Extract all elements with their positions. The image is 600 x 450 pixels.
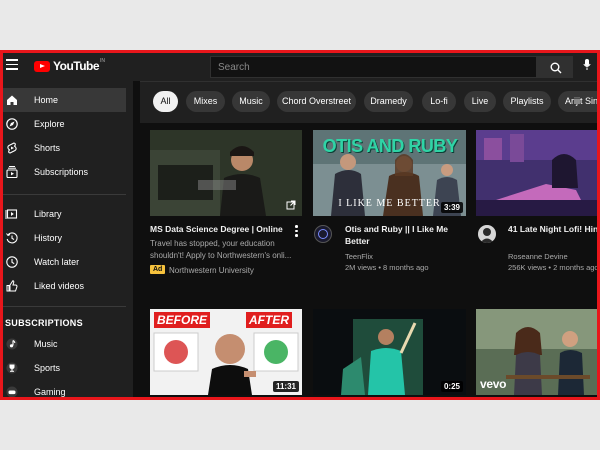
- shorts-icon: [7, 142, 17, 154]
- channel-name[interactable]: Roseanne Devine: [508, 251, 597, 262]
- thumbs-up-icon: [6, 280, 18, 292]
- more-options-icon[interactable]: [295, 225, 298, 239]
- chip-music[interactable]: Music: [232, 91, 270, 112]
- top-bar: YouTube IN Search: [3, 53, 597, 81]
- chip-chord-overstreet[interactable]: Chord Overstreet: [277, 91, 356, 112]
- video-duration: 3:39: [440, 202, 463, 213]
- sidebar-item-label: Sports: [34, 363, 61, 373]
- app-frame: YouTube IN Search Home Explore Shorts Su…: [0, 50, 600, 400]
- trophy-icon: [6, 362, 18, 374]
- sidebar-divider: [3, 194, 126, 195]
- thumbnail-after-label: AFTER: [246, 312, 292, 328]
- sidebar-divider: [3, 306, 126, 307]
- filter-chips-bar: All Mixes Music Chord Overstreet Dramedy…: [140, 81, 597, 123]
- video-thumbnail[interactable]: 0:25: [313, 309, 466, 395]
- sidebar-item-watch-later[interactable]: Watch later: [3, 250, 126, 274]
- video-thumbnail-ad[interactable]: [150, 130, 302, 216]
- subscriptions-heading: SUBSCRIPTIONS: [5, 318, 83, 328]
- video-thumbnail[interactable]: [476, 130, 597, 216]
- video-duration: 0:25: [440, 381, 463, 392]
- sidebar-item-subscriptions[interactable]: Subscriptions: [3, 160, 126, 184]
- video-title[interactable]: Otis and Ruby || I Like Me Better: [345, 223, 465, 247]
- sidebar-item-label: History: [34, 233, 63, 243]
- chip-lofi[interactable]: Lo-fi: [422, 91, 456, 112]
- sidebar-item-label: Home: [34, 95, 59, 105]
- external-link-icon[interactable]: [286, 200, 296, 210]
- library-icon: [5, 209, 18, 219]
- video-description: Travel has stopped, your education shoul…: [150, 239, 292, 260]
- sidebar-item-explore[interactable]: Explore: [3, 112, 126, 136]
- chip-arijit-singh[interactable]: Arijit Singh: [558, 91, 597, 112]
- video-meta: 2M views • 8 months ago: [345, 263, 429, 272]
- video-thumbnail[interactable]: OTIS AND RUBY I LIKE ME BETTER 3:39: [313, 130, 466, 216]
- video-meta: 256K views • 2 months ago: [508, 263, 599, 272]
- search-icon: [550, 62, 562, 74]
- logo-text: YouTube: [53, 59, 100, 73]
- menu-icon[interactable]: [6, 59, 18, 70]
- channel-avatar-image: [478, 225, 496, 243]
- sidebar: Home Explore Shorts Subscriptions Librar…: [3, 81, 133, 397]
- sidebar-item-home[interactable]: Home: [3, 88, 126, 112]
- play-logo-icon: [34, 60, 50, 72]
- sidebar-item-library[interactable]: Library: [3, 202, 126, 226]
- compass-icon: [6, 118, 18, 130]
- channel-name[interactable]: TeenFlix: [345, 251, 465, 262]
- thumbnail-image: [476, 130, 597, 216]
- youtube-logo[interactable]: YouTube IN: [34, 58, 106, 73]
- sidebar-item-liked-videos[interactable]: Liked videos: [3, 274, 126, 298]
- thumbnail-before-label: BEFORE: [154, 312, 211, 328]
- sidebar-item-music[interactable]: Music: [3, 332, 126, 356]
- region-code: IN: [100, 58, 106, 64]
- chip-mixes[interactable]: Mixes: [186, 91, 225, 112]
- sidebar-item-gaming[interactable]: Gaming: [3, 380, 126, 397]
- sidebar-item-label: Subscriptions: [34, 167, 89, 177]
- thumbnail-title-text: OTIS AND RUBY: [322, 136, 458, 156]
- chip-all[interactable]: All: [153, 91, 178, 112]
- home-icon: [7, 95, 17, 105]
- sidebar-item-label: Liked videos: [34, 281, 85, 291]
- clock-icon: [6, 256, 18, 268]
- video-thumbnail[interactable]: BEFORE AFTER 11:31: [150, 309, 302, 395]
- ad-badge: Ad: [150, 265, 166, 274]
- video-duration: 11:31: [272, 381, 299, 392]
- search-input[interactable]: Search: [210, 56, 537, 78]
- gamepad-icon: [6, 386, 18, 397]
- sidebar-item-label: Shorts: [34, 143, 61, 153]
- sidebar-item-label: Watch later: [34, 257, 80, 267]
- subscriptions-icon: [6, 166, 18, 179]
- teenflix-logo-icon: [318, 229, 328, 239]
- microphone-icon[interactable]: [583, 59, 591, 70]
- sidebar-item-label: Explore: [34, 119, 65, 129]
- chip-live[interactable]: Live: [464, 91, 496, 112]
- channel-avatar[interactable]: [478, 225, 496, 243]
- video-thumbnail[interactable]: vevo: [476, 309, 597, 395]
- search-button[interactable]: [537, 56, 573, 78]
- vevo-logo: vevo: [480, 377, 507, 391]
- chip-playlists[interactable]: Playlists: [503, 91, 551, 112]
- thumbnail-person-image: [150, 130, 302, 216]
- sidebar-item-label: Gaming: [34, 387, 66, 397]
- sidebar-item-history[interactable]: History: [3, 226, 126, 250]
- video-title[interactable]: 41 Late Night Lofi! Hindi Mashup Song | …: [508, 223, 597, 247]
- video-title[interactable]: MS Data Science Degree | Online: [150, 223, 290, 235]
- sidebar-item-sports[interactable]: Sports: [3, 356, 126, 380]
- sidebar-item-label: Music: [34, 339, 58, 349]
- advertiser-name[interactable]: Northwestern University: [169, 265, 299, 276]
- channel-avatar[interactable]: [314, 225, 332, 243]
- chip-dramedy[interactable]: Dramedy: [364, 91, 413, 112]
- music-note-icon: [6, 338, 18, 350]
- sidebar-item-label: Library: [34, 209, 62, 219]
- history-icon: [6, 232, 18, 244]
- sidebar-item-shorts[interactable]: Shorts: [3, 136, 126, 160]
